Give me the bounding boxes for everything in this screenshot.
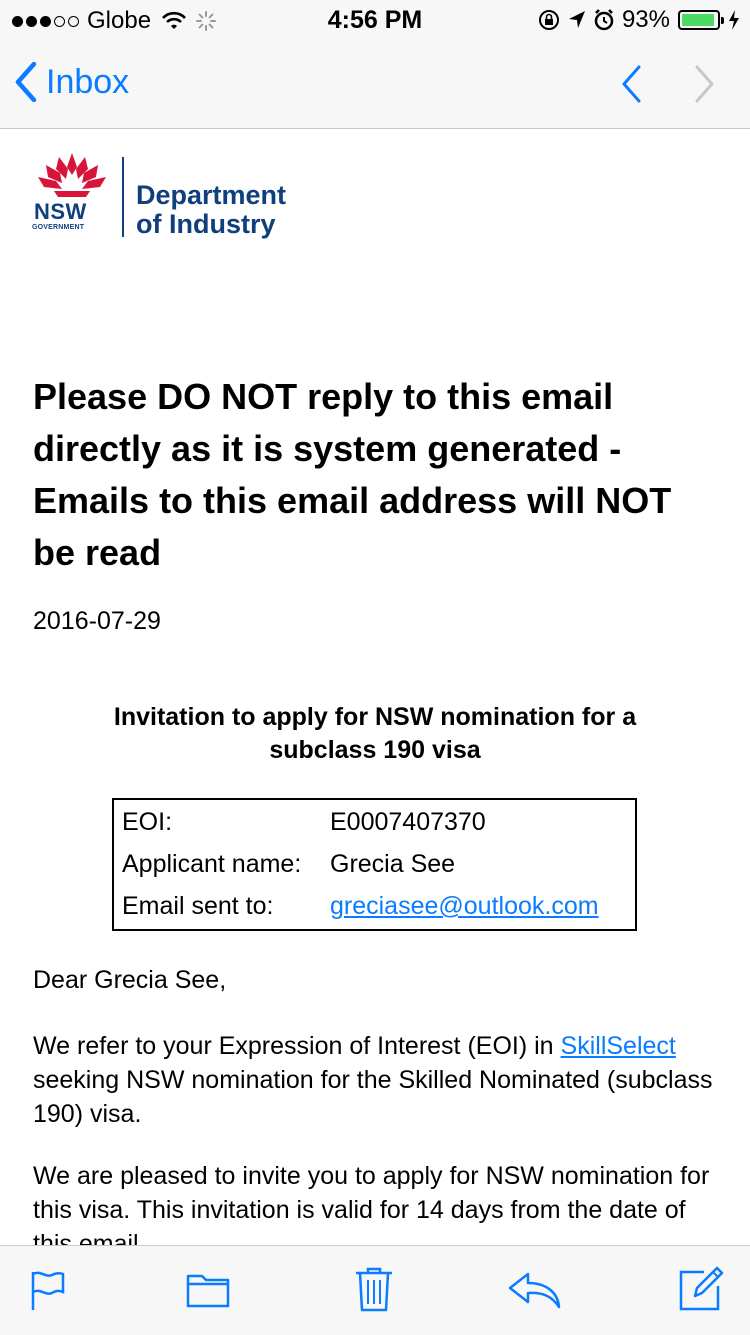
nav-bar: Inbox (0, 40, 750, 129)
nsw-department-logo: NSW GOVERNMENT Department of Industry (32, 151, 332, 241)
applicant-label: Applicant name: (122, 850, 302, 878)
alarm-icon (594, 9, 614, 31)
logo-department: Department of Industry (136, 181, 286, 239)
paragraph-eoi: We refer to your Expression of Interest … (33, 1029, 723, 1131)
waratah-flower-icon (38, 153, 106, 197)
next-message-icon[interactable] (694, 64, 716, 104)
email-address-link[interactable]: greciasee@outlook.com (330, 892, 599, 921)
orientation-lock-icon (538, 10, 559, 30)
eoi-value: E0007407370 (330, 808, 486, 836)
previous-message-icon[interactable] (620, 64, 642, 104)
back-button[interactable]: Inbox (14, 62, 129, 102)
location-icon (568, 11, 585, 28)
back-chevron-icon (15, 62, 37, 102)
eoi-details-table: EOI: E0007407370 Applicant name: Grecia … (112, 798, 637, 931)
trash-icon[interactable] (354, 1266, 394, 1312)
email-body: NSW GOVERNMENT Department of Industry Pl… (0, 129, 750, 1245)
eoi-label: EOI: (122, 808, 173, 836)
charging-bolt-icon (729, 10, 739, 30)
logo-nsw: NSW (34, 199, 87, 224)
compose-icon[interactable] (678, 1266, 724, 1312)
status-right: 93% (538, 6, 740, 34)
email-sent-label: Email sent to: (122, 892, 274, 920)
paragraph-eoi-prefix: We refer to your Expression of Interest … (33, 1032, 554, 1060)
greeting: Dear Grecia See, (33, 966, 227, 994)
battery-percent: 93% (621, 6, 670, 33)
invitation-title: Invitation to apply for NSW nomination f… (113, 703, 637, 764)
logo-line-1: Department (136, 180, 287, 210)
battery-icon (678, 10, 724, 30)
logo-divider (122, 157, 124, 237)
paragraph-eoi-suffix: seeking NSW nomination for the Skilled N… (33, 1066, 713, 1128)
no-reply-notice: Please DO NOT reply to this email direct… (33, 376, 672, 573)
folder-icon[interactable] (186, 1270, 230, 1310)
bottom-toolbar (0, 1245, 750, 1335)
logo-government: GOVERNMENT (32, 224, 85, 231)
flag-icon[interactable] (28, 1270, 68, 1312)
logo-line-2: of Industry (136, 209, 276, 239)
back-label: Inbox (46, 62, 130, 101)
applicant-value: Grecia See (330, 850, 456, 878)
skillselect-link[interactable]: SkillSelect (561, 1032, 676, 1060)
email-date: 2016-07-29 (33, 607, 161, 635)
status-bar: Globe 4:56 PM 93% (0, 0, 750, 40)
reply-icon[interactable] (506, 1270, 562, 1310)
paragraph-invitation: We are pleased to invite you to apply fo… (33, 1162, 710, 1245)
battery-level (682, 14, 714, 26)
